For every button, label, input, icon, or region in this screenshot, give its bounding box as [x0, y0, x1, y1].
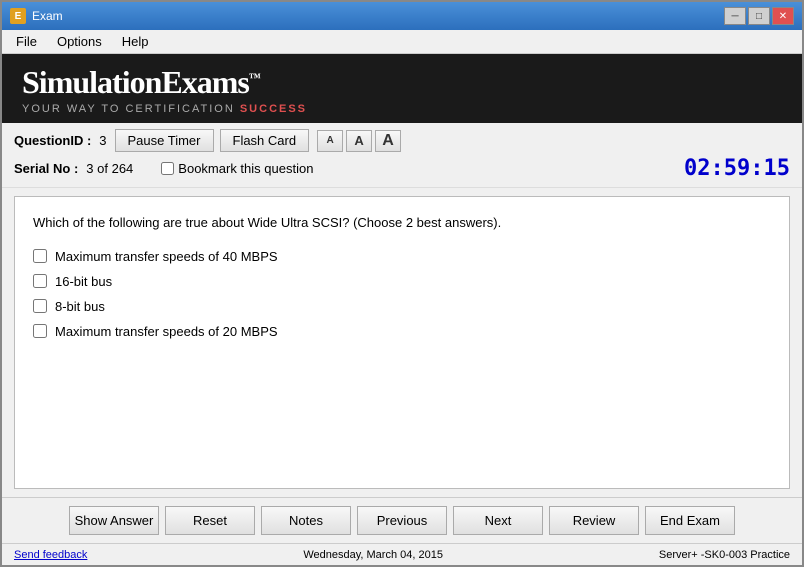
menu-bar: File Options Help [2, 30, 802, 54]
minimize-button[interactable]: ─ [724, 7, 746, 25]
answer-checkbox-2[interactable] [33, 299, 47, 313]
app-icon: E [10, 8, 26, 24]
window-controls: ─ □ ✕ [724, 7, 794, 25]
question-text: Which of the following are true about Wi… [33, 213, 771, 233]
status-bar: Send feedback Wednesday, March 04, 2015 … [2, 543, 802, 565]
answer-option-3: Maximum transfer speeds of 20 MBPS [33, 324, 771, 339]
reset-button[interactable]: Reset [165, 506, 255, 535]
serial-value: 3 of 264 [86, 161, 133, 176]
answer-checkbox-1[interactable] [33, 274, 47, 288]
bottom-buttons: Show Answer Reset Notes Previous Next Re… [2, 497, 802, 543]
question-id-value: 3 [99, 133, 106, 148]
send-feedback-link[interactable]: Send feedback [14, 549, 87, 561]
menu-options[interactable]: Options [47, 32, 112, 51]
flash-card-button[interactable]: Flash Card [220, 129, 310, 152]
review-button[interactable]: Review [549, 506, 639, 535]
menu-help[interactable]: Help [112, 32, 159, 51]
answer-label-2: 8-bit bus [55, 299, 105, 314]
maximize-button[interactable]: □ [748, 7, 770, 25]
font-size-buttons: A A A [317, 130, 401, 152]
bookmark-checkbox[interactable] [161, 162, 174, 175]
answer-label-0: Maximum transfer speeds of 40 MBPS [55, 249, 278, 264]
timer-display: 02:59:15 [684, 156, 790, 181]
header-banner: SimulationExams™ YOUR WAY TO CERTIFICATI… [2, 54, 802, 123]
end-exam-button[interactable]: End Exam [645, 506, 735, 535]
answer-checkbox-3[interactable] [33, 324, 47, 338]
font-small-button[interactable]: A [317, 130, 343, 152]
pause-timer-button[interactable]: Pause Timer [115, 129, 214, 152]
meta-buttons: Pause Timer Flash Card [115, 129, 310, 152]
answer-option-1: 16-bit bus [33, 274, 771, 289]
show-answer-button[interactable]: Show Answer [69, 506, 159, 535]
window-title: Exam [32, 9, 724, 23]
menu-file[interactable]: File [6, 32, 47, 51]
question-meta: QuestionID : 3 Pause Timer Flash Card A … [2, 123, 802, 188]
brand-name: SimulationExams™ [22, 64, 260, 101]
status-date: Wednesday, March 04, 2015 [303, 549, 443, 561]
meta-left: QuestionID : 3 Pause Timer Flash Card A … [14, 129, 790, 181]
bookmark-label[interactable]: Bookmark this question [161, 161, 313, 176]
font-medium-button[interactable]: A [346, 130, 372, 152]
answer-option-0: Maximum transfer speeds of 40 MBPS [33, 249, 771, 264]
notes-button[interactable]: Notes [261, 506, 351, 535]
previous-button[interactable]: Previous [357, 506, 447, 535]
main-window: E Exam ─ □ ✕ File Options Help Simulatio… [0, 0, 804, 567]
answer-label-1: 16-bit bus [55, 274, 112, 289]
next-button[interactable]: Next [453, 506, 543, 535]
brand-tagline: YOUR WAY TO CERTIFICATION SUCCESS [22, 103, 307, 115]
answer-checkbox-0[interactable] [33, 249, 47, 263]
answer-label-3: Maximum transfer speeds of 20 MBPS [55, 324, 278, 339]
title-bar: E Exam ─ □ ✕ [2, 2, 802, 30]
close-button[interactable]: ✕ [772, 7, 794, 25]
question-id-label: QuestionID : [14, 133, 91, 148]
status-practice: Server+ -SK0-003 Practice [659, 549, 790, 561]
question-area: Which of the following are true about Wi… [14, 196, 790, 489]
font-large-button[interactable]: A [375, 130, 401, 152]
question-id-row: QuestionID : 3 Pause Timer Flash Card A … [14, 129, 790, 152]
answer-option-2: 8-bit bus [33, 299, 771, 314]
serial-row: Serial No : 3 of 264 Bookmark this quest… [14, 156, 790, 181]
serial-label: Serial No : [14, 161, 78, 176]
